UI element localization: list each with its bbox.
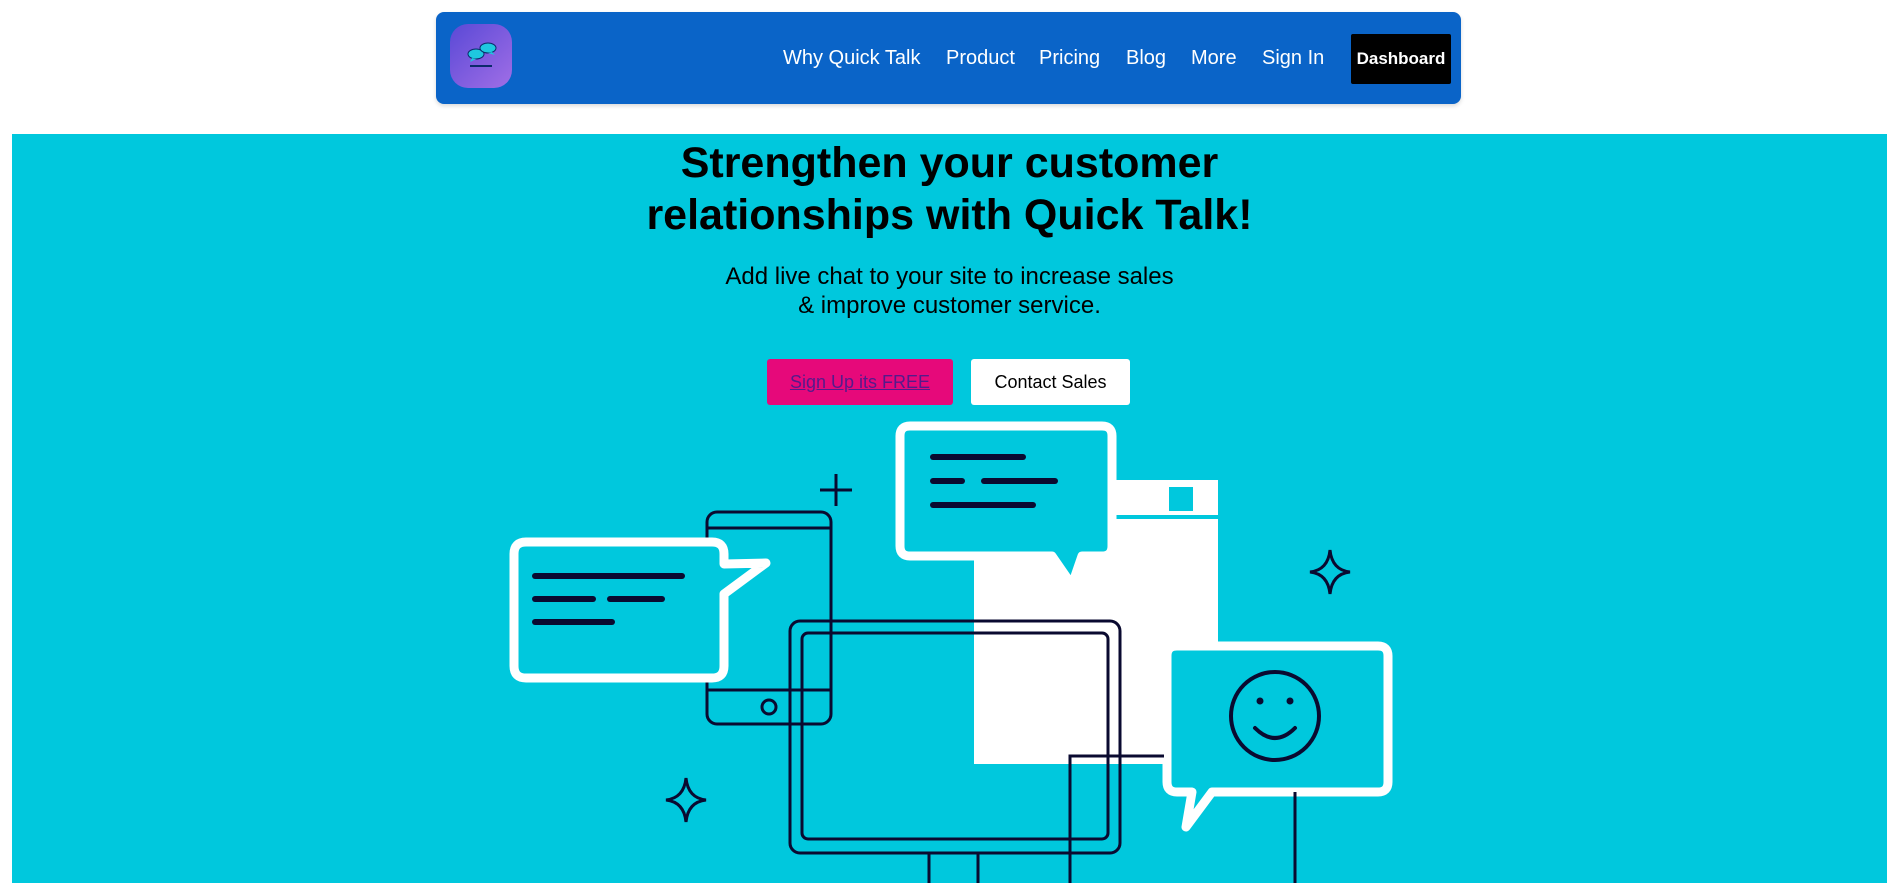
nav-link-more[interactable]: More bbox=[1191, 46, 1237, 70]
top-navbar: Why Quick Talk Product Pricing Blog More… bbox=[436, 12, 1461, 104]
nav-links: Why Quick Talk Product Pricing Blog More… bbox=[436, 12, 1461, 104]
nav-link-sign-in[interactable]: Sign In bbox=[1262, 46, 1324, 70]
live-chat-illustration bbox=[509, 421, 1393, 883]
dashboard-button[interactable]: Dashboard bbox=[1351, 34, 1451, 84]
chat-bubble-icon bbox=[509, 537, 771, 683]
sparkle-icon bbox=[665, 777, 707, 823]
sparkle-icon bbox=[1309, 549, 1351, 595]
hero-section: Strengthen your customer relationships w… bbox=[12, 134, 1887, 883]
nav-link-product[interactable]: Product bbox=[946, 46, 1015, 70]
plus-icon bbox=[820, 474, 852, 506]
nav-link-blog[interactable]: Blog bbox=[1126, 46, 1166, 70]
nav-link-pricing[interactable]: Pricing bbox=[1039, 46, 1100, 70]
nav-link-why-quick-talk[interactable]: Why Quick Talk bbox=[783, 46, 920, 70]
smiley-chat-icon bbox=[1162, 641, 1393, 832]
